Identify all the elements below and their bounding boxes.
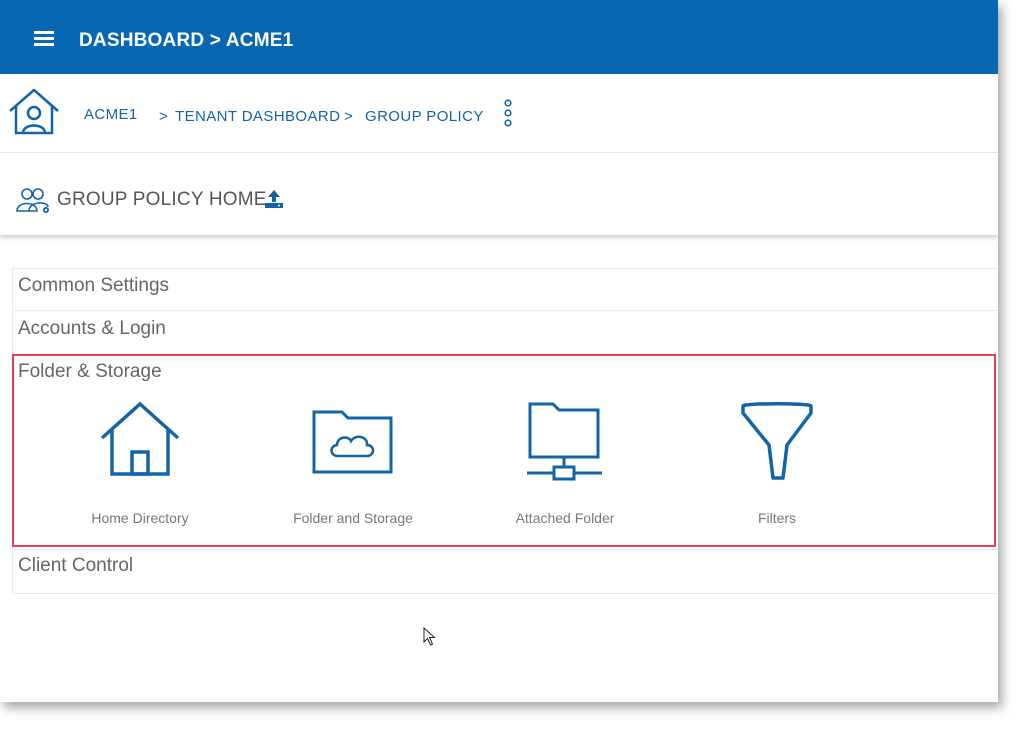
category-common-settings[interactable]: Common Settings — [18, 275, 169, 297]
tile-home-directory[interactable] — [50, 398, 230, 478]
page-title: GROUP POLICY HOME — [57, 189, 267, 210]
divider — [12, 549, 998, 550]
menu-icon[interactable] — [34, 31, 54, 49]
breadcrumb: ACME1 > TENANT DASHBOARD > GROUP POLICY — [0, 74, 998, 153]
breadcrumb-separator: > — [344, 108, 353, 125]
top-bar: DASHBOARD > ACME1 — [0, 0, 998, 74]
tile-folder-and-storage[interactable] — [263, 408, 443, 474]
divider — [12, 310, 998, 311]
breadcrumb-item-tenant-dashboard[interactable]: TENANT DASHBOARD — [175, 108, 340, 125]
breadcrumb-item-group-policy[interactable]: GROUP POLICY — [365, 108, 484, 125]
breadcrumb-separator: > — [159, 108, 168, 125]
tile-label-home-directory: Home Directory — [91, 510, 189, 526]
tile-label-filters: Filters — [757, 510, 797, 526]
category-accounts-login[interactable]: Accounts & Login — [18, 318, 166, 340]
mouse-pointer-icon — [423, 627, 436, 646]
house-icon — [100, 401, 180, 476]
network-folder-icon — [527, 402, 602, 481]
cloud-folder-icon — [312, 410, 393, 474]
tile-attached-folder[interactable] — [475, 401, 655, 483]
category-client-control[interactable]: Client Control — [18, 555, 133, 577]
upload-icon[interactable] — [264, 189, 284, 208]
more-options-icon[interactable] — [502, 99, 514, 127]
tenant-home-icon[interactable] — [7, 87, 61, 137]
funnel-icon — [741, 402, 813, 480]
tile-label-folder-and-storage: Folder and Storage — [293, 510, 413, 526]
tile-label-attached-folder: Attached Folder — [515, 510, 615, 526]
breadcrumb-item-acme1[interactable]: ACME1 — [84, 106, 138, 123]
tile-filters[interactable] — [687, 401, 867, 483]
app-window: DASHBOARD > ACME1 ACME1 > TENANT DASHBOA… — [0, 0, 998, 702]
top-bar-title: DASHBOARD > ACME1 — [79, 30, 294, 51]
group-policy-icon — [16, 188, 49, 213]
section-header: GROUP POLICY HOME — [0, 153, 998, 235]
